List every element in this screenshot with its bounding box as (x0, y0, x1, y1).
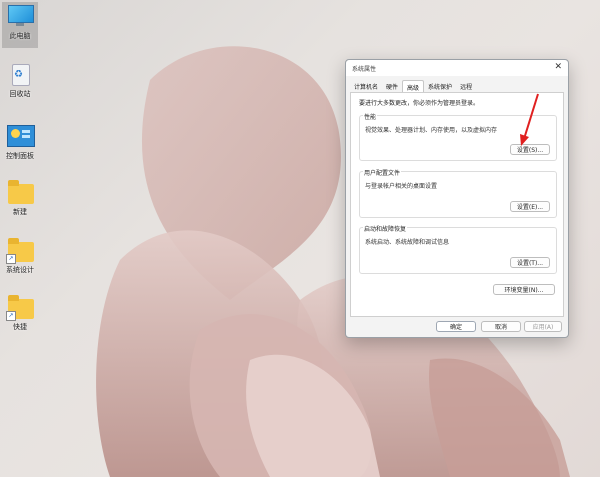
desktop-icon-label: 控制面板 (6, 152, 34, 160)
advanced-tab-panel: 要进行大多数更改，你必须作为管理员登录。 性能 视觉效果、处理器计划、内存使用，… (350, 92, 564, 317)
dialog-title: 系统属性 (352, 66, 377, 73)
desktop-icon-this-pc[interactable]: 此电脑 (2, 2, 38, 48)
desktop-icon-recycle-bin[interactable]: ♻ 回收站 (2, 60, 38, 99)
user-profiles-desc: 与登录帐户相关的桌面设置 (365, 183, 438, 190)
desktop-icon-label: 快捷 (13, 323, 27, 331)
performance-desc: 视觉效果、处理器计划、内存使用，以及虚拟内存 (365, 127, 498, 134)
folder-shortcut-icon: ↗ (6, 293, 34, 321)
dialog-tabs: 计算机名 硬件 高级 系统保护 远程 (350, 80, 476, 92)
startup-recovery-group: 启动和故障恢复 系统启动、系统故障和调试信息 设置(T)... (359, 224, 557, 274)
control-panel-icon (6, 122, 35, 150)
desktop-icon-label: 系统设计 (6, 266, 34, 274)
folder-icon (6, 178, 34, 206)
tab-system-protection[interactable]: 系统保护 (424, 80, 456, 92)
close-icon[interactable]: ✕ (554, 62, 562, 72)
startup-recovery-title: 启动和故障恢复 (363, 224, 408, 233)
tab-advanced[interactable]: 高级 (402, 80, 425, 92)
desktop-icon-control-panel[interactable]: 控制面板 (2, 122, 38, 161)
user-profiles-settings-button[interactable]: 设置(E)... (510, 201, 550, 212)
dialog-titlebar[interactable]: 系统属性 ✕ (346, 60, 568, 76)
tab-remote[interactable]: 远程 (456, 80, 476, 92)
performance-settings-button[interactable]: 设置(S)... (510, 144, 550, 155)
performance-title: 性能 (363, 112, 378, 121)
desktop-icon-folder-shortcut-1[interactable]: ↗ 系统设计 (2, 236, 38, 275)
ok-button[interactable]: 确定 (436, 321, 476, 332)
desktop-icon-folder-new[interactable]: 新建 (2, 178, 38, 217)
desktop-icon-label: 此电脑 (9, 32, 31, 40)
tab-computer-name[interactable]: 计算机名 (350, 80, 382, 92)
tab-hardware[interactable]: 硬件 (382, 80, 402, 92)
recycle-bin-icon: ♻ (6, 60, 34, 88)
monitor-icon (6, 2, 34, 30)
user-profiles-title: 用户配置文件 (363, 168, 402, 177)
folder-shortcut-icon: ↗ (6, 236, 34, 264)
desktop-icon-label: 回收站 (9, 90, 31, 98)
cancel-button[interactable]: 取消 (481, 321, 521, 332)
environment-variables-button[interactable]: 环境变量(N)... (493, 284, 555, 295)
startup-recovery-desc: 系统启动、系统故障和调试信息 (365, 239, 450, 246)
desktop-icon-label: 新建 (13, 208, 27, 216)
admin-notice: 要进行大多数更改，你必须作为管理员登录。 (359, 100, 480, 107)
user-profiles-group: 用户配置文件 与登录帐户相关的桌面设置 设置(E)... (359, 168, 557, 218)
startup-recovery-settings-button[interactable]: 设置(T)... (510, 257, 550, 268)
desktop-icon-folder-shortcut-2[interactable]: ↗ 快捷 (2, 293, 38, 332)
performance-group: 性能 视觉效果、处理器计划、内存使用，以及虚拟内存 设置(S)... (359, 112, 557, 161)
apply-button[interactable]: 应用(A) (524, 321, 562, 332)
system-properties-dialog: 系统属性 ✕ 计算机名 硬件 高级 系统保护 远程 要进行大多数更改，你必须作为… (345, 59, 569, 338)
